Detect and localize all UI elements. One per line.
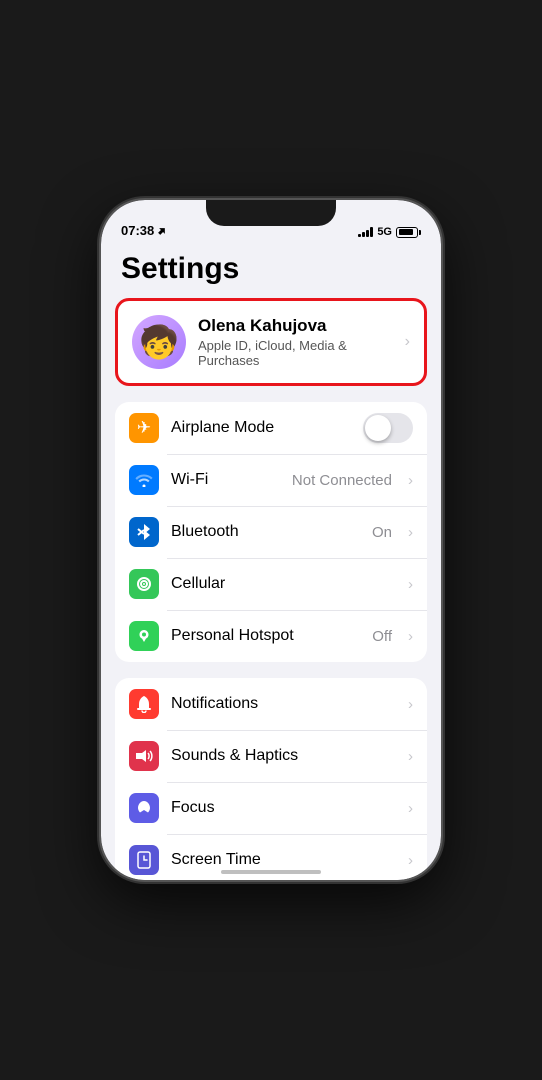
bluetooth-value: On — [372, 524, 392, 541]
hotspot-row[interactable]: Personal Hotspot Off › — [115, 610, 427, 662]
wifi-chevron: › — [408, 472, 413, 489]
wifi-icon — [129, 465, 159, 495]
bluetooth-label: Bluetooth — [171, 523, 360, 541]
profile-name: Olena Kahujova — [198, 316, 393, 336]
airplane-mode-icon: ✈ — [129, 413, 159, 443]
battery-icon — [396, 227, 421, 238]
airplane-mode-row[interactable]: ✈ Airplane Mode — [115, 402, 427, 454]
profile-card[interactable]: 🧒 Olena Kahujova Apple ID, iCloud, Media… — [115, 298, 427, 386]
location-icon — [157, 226, 167, 236]
wifi-row[interactable]: Wi-Fi Not Connected › — [115, 454, 427, 506]
notifications-icon — [129, 689, 159, 719]
home-indicator — [221, 870, 321, 874]
hotspot-icon — [129, 621, 159, 651]
screen-time-label: Screen Time — [171, 851, 396, 869]
screen-time-chevron: › — [408, 852, 413, 869]
focus-label: Focus — [171, 799, 396, 817]
focus-chevron: › — [408, 800, 413, 817]
airplane-mode-label: Airplane Mode — [171, 419, 351, 437]
notifications-row[interactable]: Notifications › — [115, 678, 427, 730]
sounds-label: Sounds & Haptics — [171, 747, 396, 765]
cellular-chevron: › — [408, 576, 413, 593]
network-type: 5G — [377, 226, 392, 238]
sounds-chevron: › — [408, 748, 413, 765]
bluetooth-icon — [129, 517, 159, 547]
wifi-value: Not Connected — [292, 472, 392, 489]
airplane-mode-toggle[interactable] — [363, 413, 413, 443]
page-title: Settings — [101, 244, 441, 298]
avatar: 🧒 — [132, 315, 186, 369]
focus-row[interactable]: Focus › — [115, 782, 427, 834]
profile-chevron: › — [405, 333, 410, 351]
phone-screen: 07:38 5G — [101, 200, 441, 880]
status-icons: 5G — [358, 226, 421, 238]
cellular-row[interactable]: Cellular › — [115, 558, 427, 610]
sounds-icon — [129, 741, 159, 771]
cellular-label: Cellular — [171, 575, 396, 593]
hotspot-label: Personal Hotspot — [171, 627, 360, 645]
signal-bars — [358, 227, 373, 237]
notifications-chevron: › — [408, 696, 413, 713]
scroll-content[interactable]: Settings 🧒 Olena Kahujova Apple ID, iClo… — [101, 244, 441, 880]
wifi-label: Wi-Fi — [171, 471, 280, 489]
notch — [206, 200, 336, 226]
phone-frame: 07:38 5G — [101, 200, 441, 880]
connectivity-group: ✈ Airplane Mode Wi-Fi — [115, 402, 427, 662]
cellular-icon — [129, 569, 159, 599]
time-display: 07:38 — [121, 223, 154, 238]
sounds-row[interactable]: Sounds & Haptics › — [115, 730, 427, 782]
screen-time-icon — [129, 845, 159, 875]
hotspot-value: Off — [372, 628, 392, 645]
bluetooth-row[interactable]: Bluetooth On › — [115, 506, 427, 558]
profile-info: Olena Kahujova Apple ID, iCloud, Media &… — [198, 316, 393, 368]
status-time: 07:38 — [121, 223, 167, 238]
hotspot-chevron: › — [408, 628, 413, 645]
focus-icon — [129, 793, 159, 823]
notifications-label: Notifications — [171, 695, 396, 713]
notifications-group: Notifications › Sounds & Haptics › — [115, 678, 427, 880]
profile-subtitle: Apple ID, iCloud, Media & Purchases — [198, 338, 393, 368]
bluetooth-chevron: › — [408, 524, 413, 541]
